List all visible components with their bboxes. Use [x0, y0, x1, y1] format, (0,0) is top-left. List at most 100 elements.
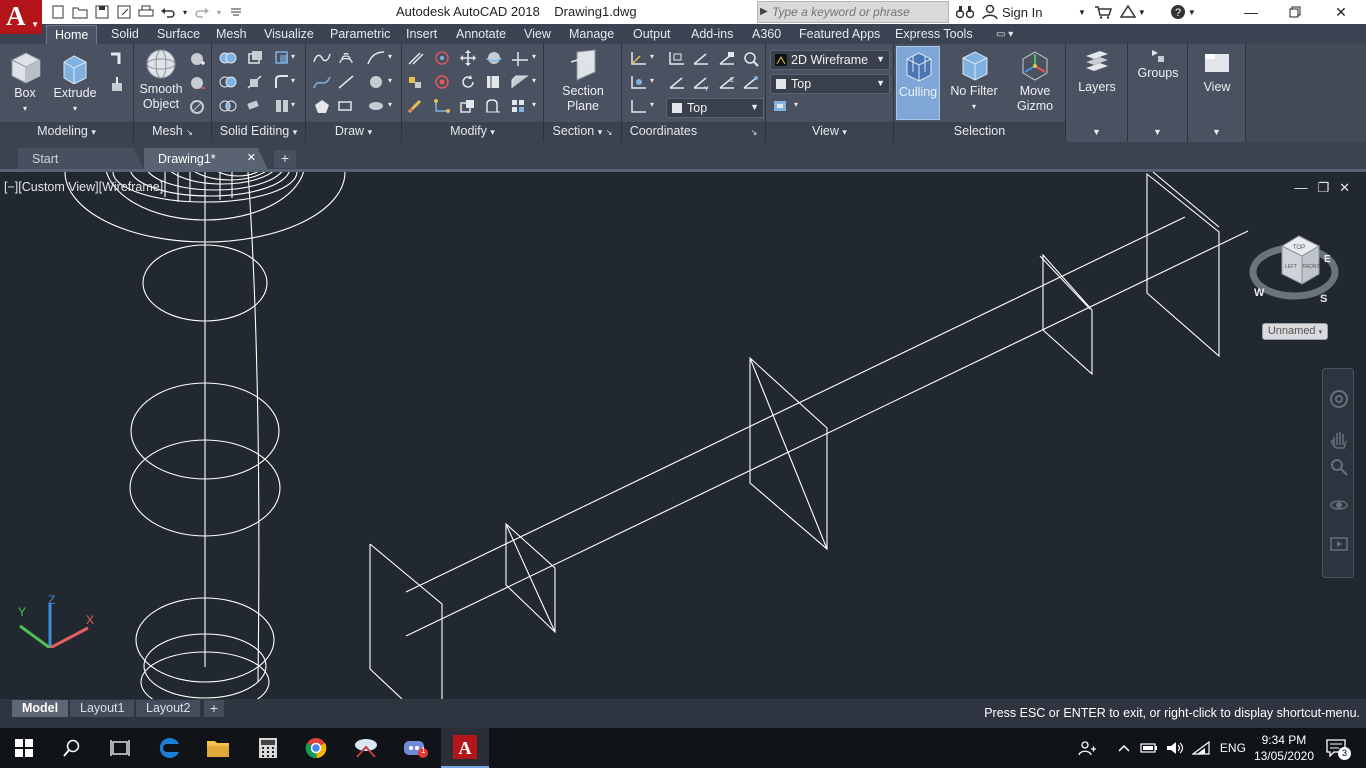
layers-button[interactable]: Layers — [1072, 48, 1122, 95]
tab-add-ins[interactable]: Add-ins — [683, 25, 741, 44]
tab-express-tools[interactable]: Express Tools — [887, 25, 981, 44]
discord-icon[interactable]: 1 — [392, 728, 440, 768]
ribbon-minimize-toggle-icon[interactable]: ▭ ▾ — [988, 25, 1021, 44]
tab-parametric[interactable]: Parametric — [322, 25, 398, 44]
chrome-browser-icon[interactable] — [292, 728, 340, 768]
tab-view[interactable]: View — [516, 25, 559, 44]
stretch-icon[interactable] — [484, 98, 506, 118]
close-tab-icon[interactable]: ✕ — [247, 151, 256, 164]
box-button[interactable]: Box ▾ — [6, 48, 44, 116]
drawing-viewport[interactable]: [−][Custom View][Wireframe] — ❐ ✕ TOP LE… — [0, 172, 1366, 699]
array-icon[interactable]: ▾ — [510, 98, 536, 118]
compass-west-label[interactable]: W — [1254, 287, 1265, 299]
rotate-icon[interactable] — [458, 74, 480, 94]
culling-button[interactable]: Culling — [896, 46, 940, 120]
scale-icon[interactable] — [458, 98, 480, 118]
tab-surface[interactable]: Surface — [149, 25, 208, 44]
showmotion-icon[interactable] — [1329, 535, 1349, 555]
viewport-config-icon[interactable]: ▾ — [772, 98, 798, 118]
ucs-y-icon[interactable]: Y — [690, 74, 712, 94]
file-tab-start[interactable]: Start — [18, 148, 144, 170]
file-tab-drawing1[interactable]: Drawing1* ✕ — [144, 148, 268, 170]
rectangle-icon[interactable] — [336, 98, 358, 118]
viewcube[interactable]: TOP LEFT FRONT W S E — [1249, 228, 1343, 308]
tab-home[interactable]: Home — [46, 25, 98, 44]
ucs-world-icon[interactable]: ▾ — [628, 74, 654, 94]
3d-array-icon[interactable] — [432, 98, 454, 118]
binoculars-icon[interactable] — [952, 0, 978, 24]
minimize-button[interactable]: — — [1228, 0, 1274, 24]
battery-icon[interactable] — [1140, 742, 1158, 754]
help-icon[interactable]: ? ▼ — [1166, 0, 1200, 24]
layers-expand-icon[interactable]: ▼ — [1066, 122, 1127, 142]
panel-title-coordinates[interactable]: Coordinates ↘ — [622, 122, 765, 142]
new-file-icon[interactable] — [48, 2, 68, 22]
layout-tab-layout2[interactable]: Layout2 — [136, 700, 201, 717]
layout-tab-layout1[interactable]: Layout1 — [70, 700, 135, 717]
polyline-icon[interactable] — [312, 50, 334, 70]
slice-icon[interactable] — [246, 74, 268, 94]
layout-tab-model[interactable]: Model — [12, 700, 69, 717]
view-tools-expand-icon[interactable]: ▼ — [1188, 122, 1245, 142]
panel-title-view[interactable]: View ▾ — [766, 122, 893, 142]
3d-rotate-icon[interactable] — [484, 50, 506, 70]
visual-style-dropdown[interactable]: 2D Wireframe ▼ — [770, 50, 890, 70]
edge-browser-icon[interactable] — [146, 728, 194, 768]
panel-title-mesh[interactable]: Mesh ↘ — [134, 122, 211, 142]
ucs-view-icon[interactable] — [716, 50, 738, 70]
orbit-icon[interactable] — [1329, 495, 1349, 515]
arc-icon[interactable]: ▾ — [366, 50, 392, 70]
intersect-icon[interactable] — [218, 98, 240, 118]
planar-surface-icon[interactable]: ▾ — [366, 98, 392, 118]
close-button[interactable]: ✕ — [1318, 0, 1364, 24]
panel-title-section[interactable]: Section ▾ ↘ — [544, 122, 621, 142]
mesh-smooth-less-icon[interactable] — [188, 74, 210, 94]
volume-icon[interactable] — [1166, 741, 1184, 755]
groups-button[interactable]: Groups — [1132, 48, 1184, 81]
tab-featured-apps[interactable]: Featured Apps — [791, 25, 888, 44]
save-icon[interactable] — [92, 2, 112, 22]
tab-manage[interactable]: Manage — [561, 25, 622, 44]
open-folder-icon[interactable] — [70, 2, 90, 22]
smooth-object-button[interactable]: Smooth Object — [136, 48, 186, 112]
extrude-button[interactable]: Extrude ▾ — [52, 48, 98, 116]
ucs-x-icon[interactable] — [666, 74, 688, 94]
no-filter-button[interactable]: No Filter ▾ — [948, 48, 1000, 114]
extract-edges-icon[interactable] — [246, 50, 268, 70]
groups-expand-icon[interactable]: ▼ — [1128, 122, 1187, 142]
polygon-icon[interactable] — [312, 98, 334, 118]
fillet-edge-icon[interactable]: ▾ — [274, 74, 296, 94]
tab-annotate[interactable]: Annotate — [448, 25, 514, 44]
tab-solid[interactable]: Solid — [103, 25, 147, 44]
ucs-view-dropdown[interactable]: Top ▼ — [666, 98, 764, 118]
clock[interactable]: 9:34 PM 13/05/2020 — [1254, 732, 1314, 764]
redo-icon[interactable] — [192, 2, 212, 22]
print-icon[interactable] — [136, 2, 156, 22]
section-plane-button[interactable]: Section Plane — [556, 48, 610, 114]
search-input[interactable] — [772, 4, 944, 20]
3d-align-icon[interactable] — [406, 74, 428, 94]
presspull-icon[interactable] — [108, 76, 130, 96]
polysolid-icon[interactable] — [108, 50, 130, 70]
match-properties-icon[interactable] — [406, 98, 428, 118]
viewport-minimize-icon[interactable]: — — [1294, 180, 1307, 196]
windows-start-icon[interactable] — [0, 728, 48, 768]
new-tab-button[interactable]: + — [274, 150, 296, 168]
circle-icon[interactable]: ▾ — [366, 74, 392, 94]
view-preset-dropdown[interactable]: Top ▼ — [770, 74, 890, 94]
viewport-label[interactable]: [−][Custom View][Wireframe] — [4, 180, 163, 194]
ucs-origin-icon[interactable] — [690, 50, 712, 70]
application-menu-button[interactable]: A ▼ — [0, 0, 42, 34]
ucs-object-icon[interactable] — [740, 50, 762, 70]
3d-move-icon[interactable] — [432, 50, 454, 70]
notifications-icon[interactable]: 3 — [1326, 739, 1351, 760]
zoom-icon[interactable] — [1329, 457, 1349, 477]
ucs-icon[interactable]: ▾ — [628, 50, 654, 70]
ucs-previous-icon[interactable]: ▾ — [628, 98, 654, 118]
panel-title-solid-editing[interactable]: Solid Editing ▾ — [212, 122, 305, 142]
trim-icon[interactable]: ▾ — [510, 50, 536, 70]
chamfer-icon[interactable]: ▾ — [510, 74, 536, 94]
autocad-taskbar-icon[interactable]: A — [441, 728, 489, 768]
compass-south-label[interactable]: S — [1320, 293, 1327, 305]
panel-title-modify[interactable]: Modify ▾ — [402, 122, 543, 142]
